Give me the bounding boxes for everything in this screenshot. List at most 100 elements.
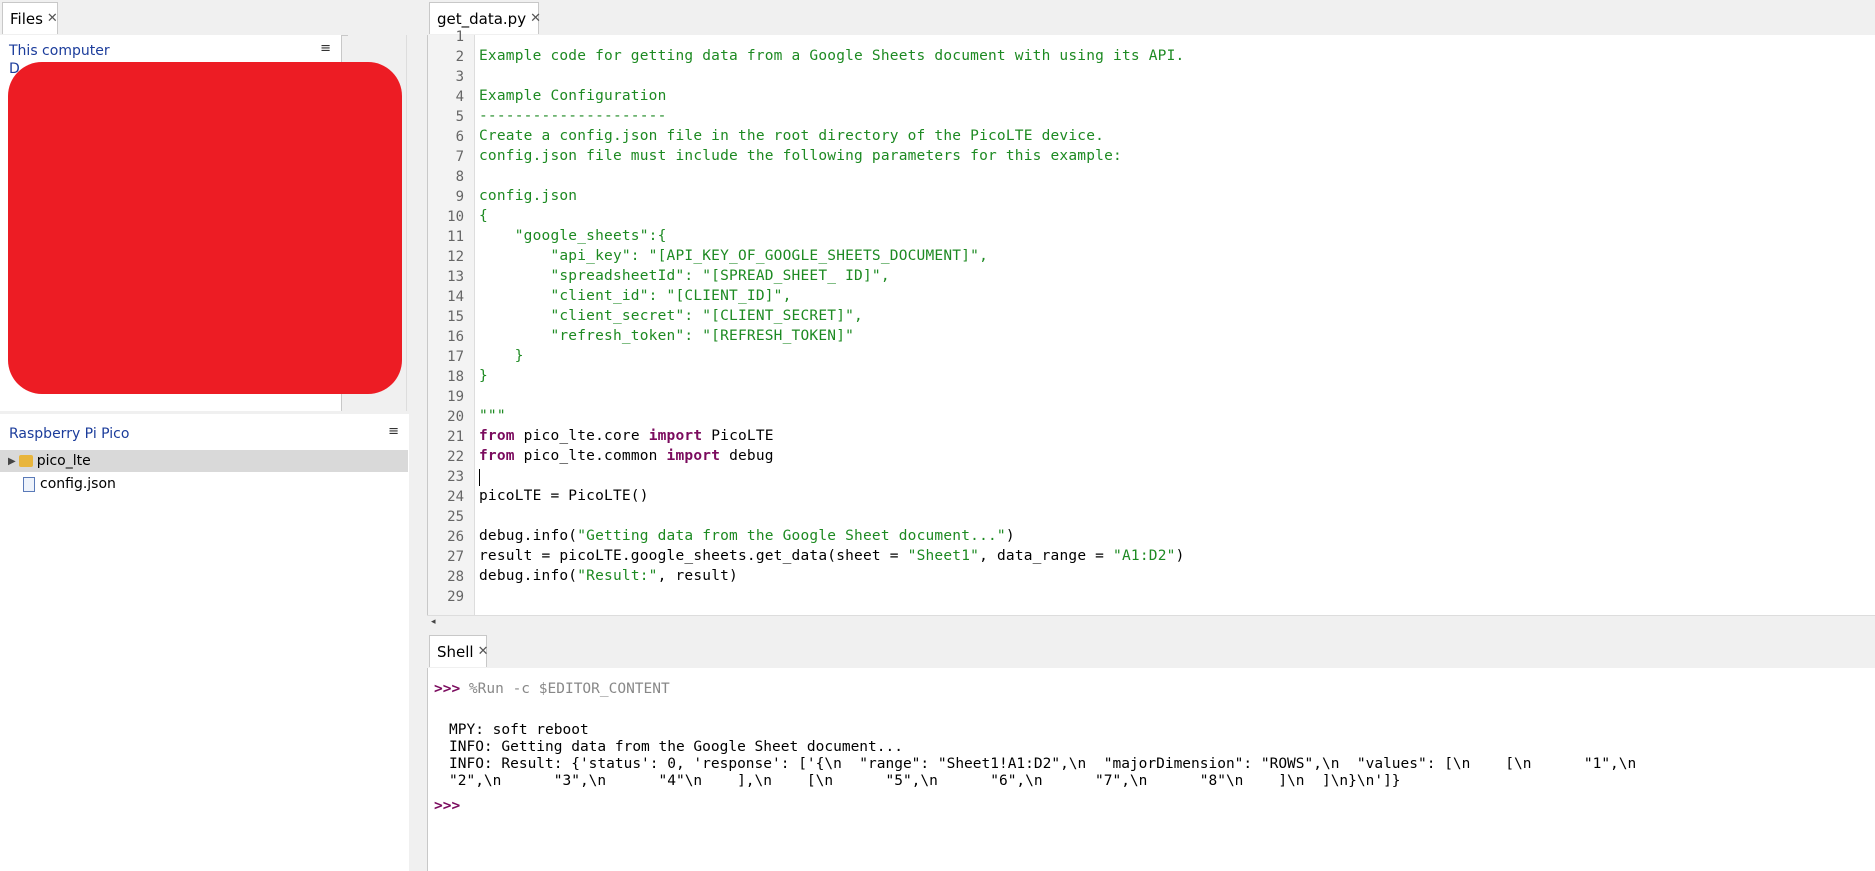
local-files-title[interactable]: This computer [9, 43, 110, 59]
line-number: 25 [447, 509, 464, 525]
line-number: 10 [447, 209, 464, 225]
line-number: 20 [447, 409, 464, 425]
shell-tab-label: Shell [437, 642, 474, 661]
tree-item-label: pico_lte [36, 453, 91, 469]
code-line-7: config.json file must include the follow… [479, 148, 1122, 164]
code-token: debug [720, 448, 774, 464]
code-line-16: "refresh_token": "[REFRESH_TOKEN]" [479, 328, 855, 344]
line-number: 19 [447, 389, 464, 405]
redacted-area [8, 62, 402, 394]
line-number: 3 [455, 69, 464, 85]
code-token: debug.info( [479, 528, 578, 544]
expand-triangle-icon[interactable]: ▶ [8, 456, 16, 467]
string-literal: "Sheet1" [907, 548, 980, 564]
editor-tabbar: get_data.py ✕ [427, 0, 1875, 36]
pane-divider[interactable] [409, 0, 427, 871]
line-number: 21 [447, 429, 464, 445]
line-number: 11 [447, 229, 464, 245]
close-icon[interactable]: ✕ [530, 11, 541, 26]
line-number: 7 [455, 149, 464, 165]
code-line-5: --------------------- [479, 108, 667, 124]
line-number: 24 [447, 489, 464, 505]
code-line-17: } [479, 348, 524, 364]
shell-prompt: >>> [434, 681, 461, 697]
tree-item-label: config.json [40, 476, 116, 492]
line-number: 4 [455, 89, 464, 105]
code-line-2: Example code for getting data from a Goo… [479, 48, 1185, 64]
line-number: 14 [447, 289, 464, 305]
shell-command: %Run -c $EDITOR_CONTENT [460, 681, 670, 697]
editor-tab-label: get_data.py [437, 9, 527, 28]
menu-icon[interactable]: ≡ [388, 424, 399, 439]
line-number: 26 [447, 529, 464, 545]
keyword: from [479, 428, 515, 444]
code-editor[interactable]: 1 2 3 4 5 6 7 8 9 10 11 12 13 14 15 16 17 18 19 20 21 22 23 24 2… [427, 29, 1875, 615]
line-number: 18 [447, 369, 464, 385]
line-number: 16 [447, 329, 464, 345]
line-number: 17 [447, 349, 464, 365]
file-icon [23, 476, 35, 492]
code-line-10: { [479, 208, 488, 224]
code-token: result = picoLTE.google_sheets.get_data(… [479, 548, 908, 564]
line-number: 5 [455, 109, 464, 125]
menu-icon[interactable]: ≡ [320, 41, 331, 56]
code-token: , data_range = [979, 548, 1114, 564]
code-token: PicoLTE [702, 428, 774, 444]
shell-output-line: INFO: Getting data from the Google Sheet… [449, 739, 903, 755]
device-files-pane: Raspberry Pi Pico ≡ ▶ pico_lte config.js… [0, 414, 410, 871]
code-line-12: "api_key": "[API_KEY_OF_GOOGLE_SHEETS_DO… [479, 248, 988, 264]
line-number: 2 [455, 49, 464, 65]
line-number: 6 [455, 129, 464, 145]
code-token: , result) [657, 568, 738, 584]
line-number: 28 [447, 569, 464, 585]
code-line-24: picoLTE = PicoLTE() [479, 488, 649, 504]
text-cursor [479, 469, 480, 486]
line-number: 29 [447, 589, 464, 605]
code-token: pico_lte.core [514, 428, 649, 444]
string-literal: "Result:" [577, 568, 658, 584]
line-number: 13 [447, 269, 464, 285]
shell-run-line: >>> %Run -c $EDITOR_CONTENT [434, 681, 670, 697]
shell-tabbar: Shell ✕ [427, 633, 1875, 669]
files-tab[interactable]: Files ✕ [2, 2, 58, 34]
code-line-11: "google_sheets":{ [479, 228, 667, 244]
code-line-20: """ [479, 408, 506, 424]
code-line-28: debug.info("Result:", result) [479, 568, 738, 584]
tab-shell[interactable]: Shell ✕ [429, 635, 489, 667]
line-number: 22 [447, 449, 464, 465]
code-line-14: "client_id": "[CLIENT_ID]", [479, 288, 792, 304]
line-number: 8 [455, 169, 464, 185]
code-line-21: from pico_lte.core import PicoLTE [479, 428, 774, 444]
code-line-4: Example Configuration [479, 88, 667, 104]
code-line-22: from pico_lte.common import debug [479, 448, 774, 464]
code-line-9: config.json [479, 188, 578, 204]
editor-horizontal-scrollbar[interactable]: ◂ [427, 615, 1875, 630]
code-line-26: debug.info("Getting data from the Google… [479, 528, 1015, 544]
code-token: debug.info( [479, 568, 578, 584]
line-number: 9 [455, 189, 464, 205]
code-line-27: result = picoLTE.google_sheets.get_data(… [479, 548, 1185, 564]
close-icon[interactable]: ✕ [478, 644, 489, 659]
folder-icon [18, 455, 33, 467]
keyword: import [648, 428, 703, 444]
line-number: 12 [447, 249, 464, 265]
keyword: from [479, 448, 515, 464]
shell-console[interactable]: >>> %Run -c $EDITOR_CONTENT MPY: soft re… [427, 668, 1875, 871]
code-token: pico_lte.common [514, 448, 667, 464]
device-files-title[interactable]: Raspberry Pi Pico [9, 426, 129, 442]
close-icon[interactable]: ✕ [47, 11, 58, 26]
files-tab-label: Files [10, 9, 43, 28]
string-literal: "Getting data from the Google Sheet docu… [577, 528, 1006, 544]
line-number: 27 [447, 549, 464, 565]
scroll-left-icon[interactable]: ◂ [431, 617, 436, 627]
line-number-gutter: 1 2 3 4 5 6 7 8 9 10 11 12 13 14 15 16 17 18 19 20 21 22 23 24 2… [428, 29, 475, 615]
code-line-13: "spreadsheetId": "[SPREAD_SHEET_ ID]", [479, 268, 890, 284]
code-token: ) [1005, 528, 1015, 544]
shell-prompt[interactable]: >>> [434, 798, 460, 814]
code-line-15: "client_secret": "[CLIENT_SECRET]", [479, 308, 863, 324]
tree-item-pico-lte[interactable]: ▶ pico_lte [0, 450, 408, 472]
line-number: 23 [447, 469, 464, 485]
tab-get-data-py[interactable]: get_data.py ✕ [429, 2, 541, 34]
code-line-6: Create a config.json file in the root di… [479, 128, 1105, 144]
tree-item-config-json[interactable]: config.json [0, 473, 408, 495]
